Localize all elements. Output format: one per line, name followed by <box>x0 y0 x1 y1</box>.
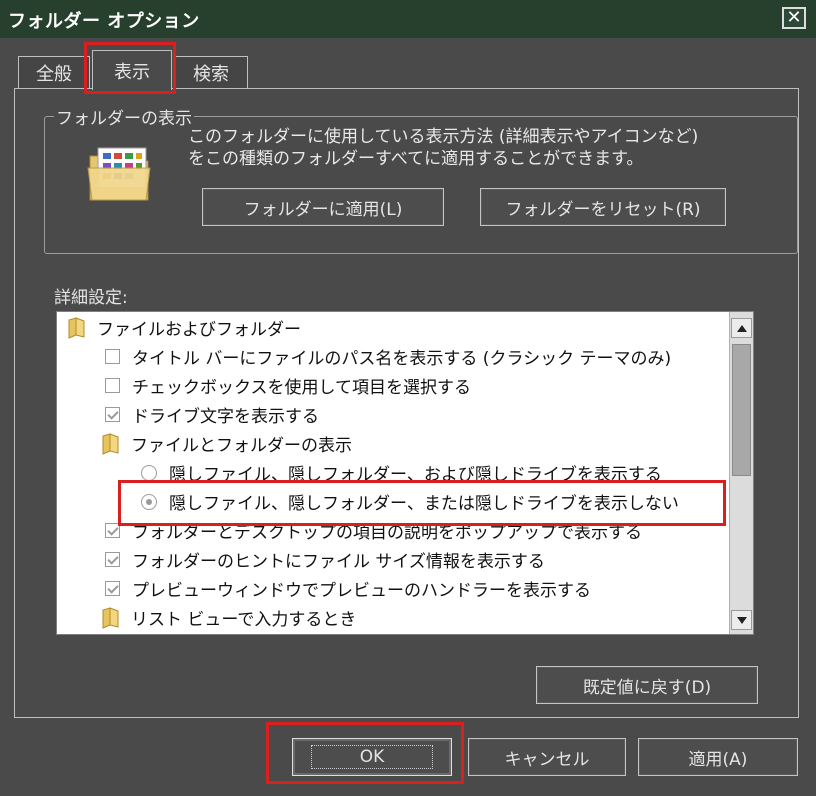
cancel-button[interactable]: キャンセル <box>468 738 626 776</box>
tab-general[interactable]: 全般 <box>18 56 90 88</box>
scroll-up-button[interactable] <box>731 318 752 338</box>
folder-icon <box>102 606 119 629</box>
checkbox-checked[interactable] <box>105 523 120 538</box>
list-item-label: ファイルとフォルダーの表示 <box>131 436 352 456</box>
tab-strip: 全般 表示 検索 <box>14 50 804 90</box>
triangle-down-icon <box>736 616 747 624</box>
list-item-label: フォルダーのヒントにファイル サイズ情報を表示する <box>132 552 545 572</box>
list-item-list-view-typing: リスト ビューで入力するとき <box>101 603 356 632</box>
tab-search[interactable]: 検索 <box>174 56 248 88</box>
list-item-label: チェックボックスを使用して項目を選択する <box>132 378 471 398</box>
list-item-label: リスト ビューで入力するとき <box>131 610 357 630</box>
ok-label: OK <box>310 745 434 769</box>
list-item-popup-description[interactable]: フォルダーとデスクトップの項目の説明をポップアップで表示する <box>105 516 642 545</box>
list-scrollbar[interactable] <box>729 312 753 634</box>
folder-views-description: このフォルダーに使用している表示方法 (詳細表示やアイコンなど) をこの種類のフ… <box>188 126 698 170</box>
description-line: このフォルダーに使用している表示方法 (詳細表示やアイコンなど) <box>188 127 699 147</box>
checkbox-checked[interactable] <box>105 581 120 596</box>
list-item-dont-show-hidden[interactable]: 隠しファイル、隠しフォルダー、または隠しドライブを表示しない <box>141 487 679 516</box>
triangle-up-icon <box>736 324 747 332</box>
list-item-preview-handlers[interactable]: プレビューウィンドウでプレビューのハンドラーを表示する <box>105 574 591 603</box>
radio-button[interactable] <box>141 464 157 481</box>
folder-icon <box>102 432 119 455</box>
checkbox-checked[interactable] <box>105 407 120 422</box>
apply-button[interactable]: 適用(A) <box>638 738 798 776</box>
checkbox-checked[interactable] <box>105 552 120 567</box>
description-line: をこの種類のフォルダーすべてに適用することができます。 <box>188 149 644 169</box>
window-title: フォルダー オプション <box>8 11 200 32</box>
list-item-label: ファイルおよびフォルダー <box>97 320 301 340</box>
list-item-label: ドライブ文字を表示する <box>132 407 319 427</box>
tab-label: 検索 <box>193 63 229 85</box>
scroll-thumb[interactable] <box>732 344 751 476</box>
list-item-label: 隠しファイル、隠しフォルダー、および隠しドライブを表示する <box>169 465 662 485</box>
ok-button[interactable]: OK <box>292 738 452 776</box>
list-item-label: プレビューウィンドウでプレビューのハンドラーを表示する <box>132 581 591 601</box>
checkbox[interactable] <box>105 349 120 364</box>
list-item-show-full-path[interactable]: タイトル バーにファイルのパス名を表示する (クラシック テーマのみ) <box>105 342 671 371</box>
scroll-down-button[interactable] <box>731 610 752 630</box>
folder-view-icon <box>84 142 154 204</box>
title-bar: フォルダー オプション ✕ <box>0 0 816 38</box>
checkbox[interactable] <box>105 378 120 393</box>
tab-label: 表示 <box>114 61 150 83</box>
advanced-settings-label: 詳細設定: <box>54 288 128 308</box>
radio-button-selected[interactable] <box>141 493 157 510</box>
reset-folders-button[interactable]: フォルダーをリセット(R) <box>480 188 726 226</box>
list-item-label: 隠しファイル、隠しフォルダー、または隠しドライブを表示しない <box>169 494 679 514</box>
list-item-files-and-folders: ファイルおよびフォルダー <box>67 313 301 342</box>
list-item-show-drive-letters[interactable]: ドライブ文字を表示する <box>105 400 319 429</box>
list-item-label: タイトル バーにファイルのパス名を表示する (クラシック テーマのみ) <box>132 349 672 369</box>
restore-defaults-button[interactable]: 既定値に戻す(D) <box>536 666 758 704</box>
list-item-hidden-files-folder: ファイルとフォルダーの表示 <box>101 429 352 458</box>
tab-label: 全般 <box>36 63 72 85</box>
list-item-file-size-tips[interactable]: フォルダーのヒントにファイル サイズ情報を表示する <box>105 545 545 574</box>
folder-icon <box>68 316 85 339</box>
folder-views-legend: フォルダーの表示 <box>54 104 194 129</box>
close-button[interactable]: ✕ <box>782 7 806 29</box>
list-item-show-hidden[interactable]: 隠しファイル、隠しフォルダー、および隠しドライブを表示する <box>141 458 662 487</box>
advanced-settings-list[interactable]: ファイルおよびフォルダー タイトル バーにファイルのパス名を表示する (クラシッ… <box>56 311 754 635</box>
list-item-label: フォルダーとデスクトップの項目の説明をポップアップで表示する <box>132 523 642 543</box>
close-icon: ✕ <box>786 7 802 28</box>
list-item-use-checkboxes[interactable]: チェックボックスを使用して項目を選択する <box>105 371 471 400</box>
tab-view[interactable]: 表示 <box>92 50 172 90</box>
apply-to-folders-button[interactable]: フォルダーに適用(L) <box>202 188 444 226</box>
